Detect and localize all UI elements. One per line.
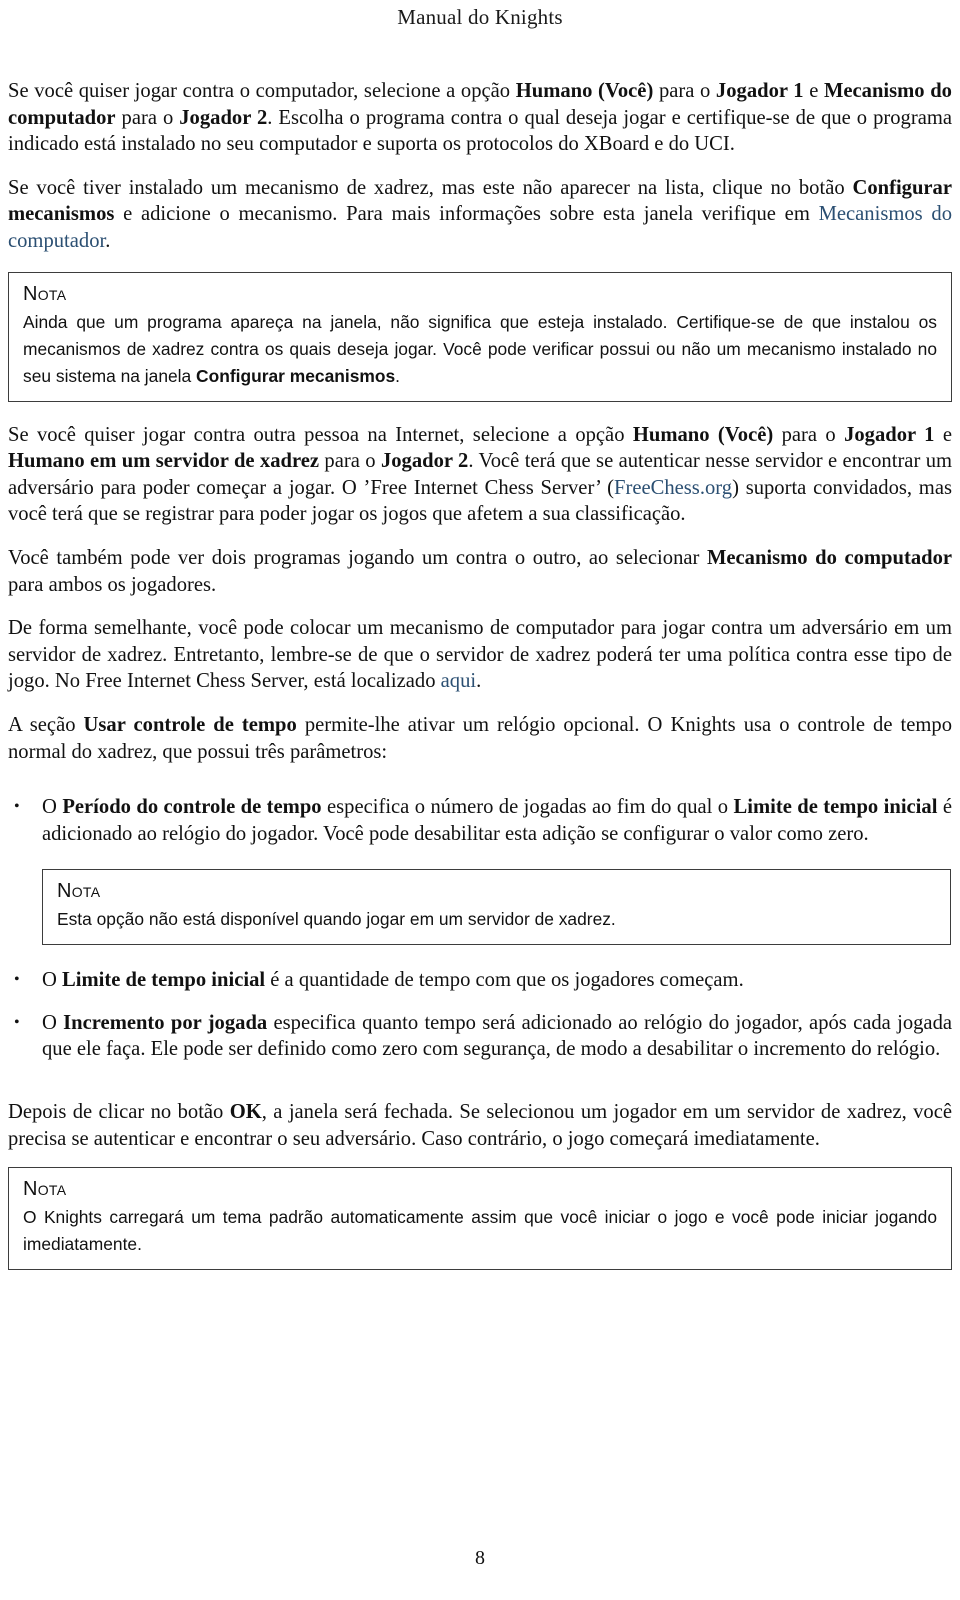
note-title: Nota (23, 1178, 67, 1201)
text-run: e (934, 423, 952, 446)
text-run: O Knights carregará um tema padrão autom… (23, 1207, 937, 1255)
list-item-incremento-por-jogada: • O Incremento por jogada especifica quan… (8, 1010, 952, 1063)
text-run: Se você quiser jogar contra o computador… (8, 80, 516, 102)
bold-run: Período do controle de tempo (62, 796, 322, 819)
document-page: Manual do Knights Se você quiser jogar c… (0, 0, 960, 1600)
link-freechess-org[interactable]: FreeChess.org (614, 477, 732, 499)
text-run: e (803, 80, 824, 102)
text-run: O (42, 796, 63, 819)
text-run: Se você quiser jogar contra outra pessoa… (8, 423, 633, 446)
note-title: Nota (23, 282, 67, 305)
paragraph-internet-opponent: Se você quiser jogar contra outra pessoa… (8, 422, 952, 528)
text-run: Se você tiver instalado um mecanismo de … (8, 176, 853, 199)
note-title: Nota (57, 880, 101, 903)
note-box-engines-installed: Nota Ainda que um programa apareça na ja… (8, 271, 952, 402)
text-run: Você também pode ver dois programas joga… (8, 546, 707, 569)
note-body: Esta opção não está disponível quando jo… (57, 906, 936, 933)
note-box-option-unavailable: Nota Esta opção não está disponível quan… (42, 869, 951, 946)
text-run: especifica o número de jogadas ao fim do… (321, 796, 734, 819)
text-run: para ambos os jogadores. (8, 573, 217, 596)
bold-run: Limite de tempo inicial (62, 969, 266, 992)
bullet-icon: • (14, 798, 20, 816)
text-run: para o (653, 80, 716, 102)
note-box-default-theme: Nota O Knights carregará um tema padrão … (8, 1167, 952, 1271)
paragraph-time-control-intro: A seção Usar controle de tempo permite-l… (8, 712, 952, 765)
time-control-parameter-list-a: • O Período do controle de tempo especifi… (8, 794, 952, 847)
page-content: Se você quiser jogar contra o computador… (8, 78, 952, 1290)
paragraph-computer-opponent: Se você quiser jogar contra o computador… (8, 78, 952, 158)
text-run: para o (319, 450, 381, 473)
text-run: Esta opção não está disponível quando jo… (57, 909, 616, 930)
text-run: para o (773, 423, 845, 446)
paragraph-engine-on-server: De forma semelhante, você pode colocar u… (8, 615, 952, 695)
bold-run: Humano em um servidor de xadrez (8, 450, 320, 473)
bold-run: Jogador 2 (380, 450, 469, 473)
bold-run: Mecanismo do computador (706, 546, 953, 569)
bold-run: Humano (Você) (632, 423, 774, 446)
bold-run: OK (229, 1101, 262, 1124)
text-run: para o (115, 106, 180, 129)
paragraph-configure-engines: Se você tiver instalado um mecanismo de … (8, 175, 952, 255)
text-run: O (42, 969, 63, 992)
vertical-spacer (8, 782, 952, 794)
note-body: O Knights carregará um tema padrão autom… (23, 1204, 937, 1258)
text-run: . (105, 229, 111, 252)
list-item-periodo-controle-tempo: • O Período do controle de tempo especifi… (8, 794, 952, 847)
bold-run: Configurar mecanismos (196, 365, 396, 386)
bold-run: Humano (Você) (515, 80, 654, 102)
text-run: . (395, 365, 400, 386)
paragraph-ok-button: Depois de clicar no botão OK, a janela s… (8, 1099, 952, 1152)
bold-run: Jogador 2 (179, 106, 268, 129)
bold-run: Usar controle de tempo (83, 713, 297, 736)
link-aqui[interactable]: aqui (441, 670, 476, 692)
text-run: O (42, 1011, 64, 1034)
list-item-limite-tempo-inicial: • O Limite de tempo inicial é a quantidad… (8, 967, 952, 994)
running-header: Manual do Knights (397, 5, 563, 29)
text-run: Ainda que um programa apareça na janela,… (23, 311, 937, 386)
text-run: Depois de clicar no botão (8, 1101, 230, 1124)
bullet-icon: • (14, 971, 20, 989)
bold-run: Incremento por jogada (63, 1011, 268, 1034)
text-run: é a quantidade de tempo com que os jogad… (265, 969, 744, 992)
bold-run: Limite de tempo inicial (733, 796, 938, 819)
page-number: 8 (475, 1547, 485, 1569)
vertical-spacer (8, 1079, 952, 1099)
note-body: Ainda que um programa apareça na janela,… (23, 309, 937, 390)
text-run: e adicione o mecanismo. Para mais inform… (114, 203, 819, 226)
text-run: . (476, 670, 482, 693)
bold-run: Jogador 1 (844, 423, 935, 446)
paragraph-engine-vs-engine: Você também pode ver dois programas joga… (8, 545, 952, 598)
bold-run: Jogador 1 (715, 80, 804, 102)
text-run: A seção (8, 713, 84, 736)
bullet-icon: • (14, 1013, 20, 1031)
time-control-parameter-list-b: • O Limite de tempo inicial é a quantidad… (8, 967, 952, 1063)
